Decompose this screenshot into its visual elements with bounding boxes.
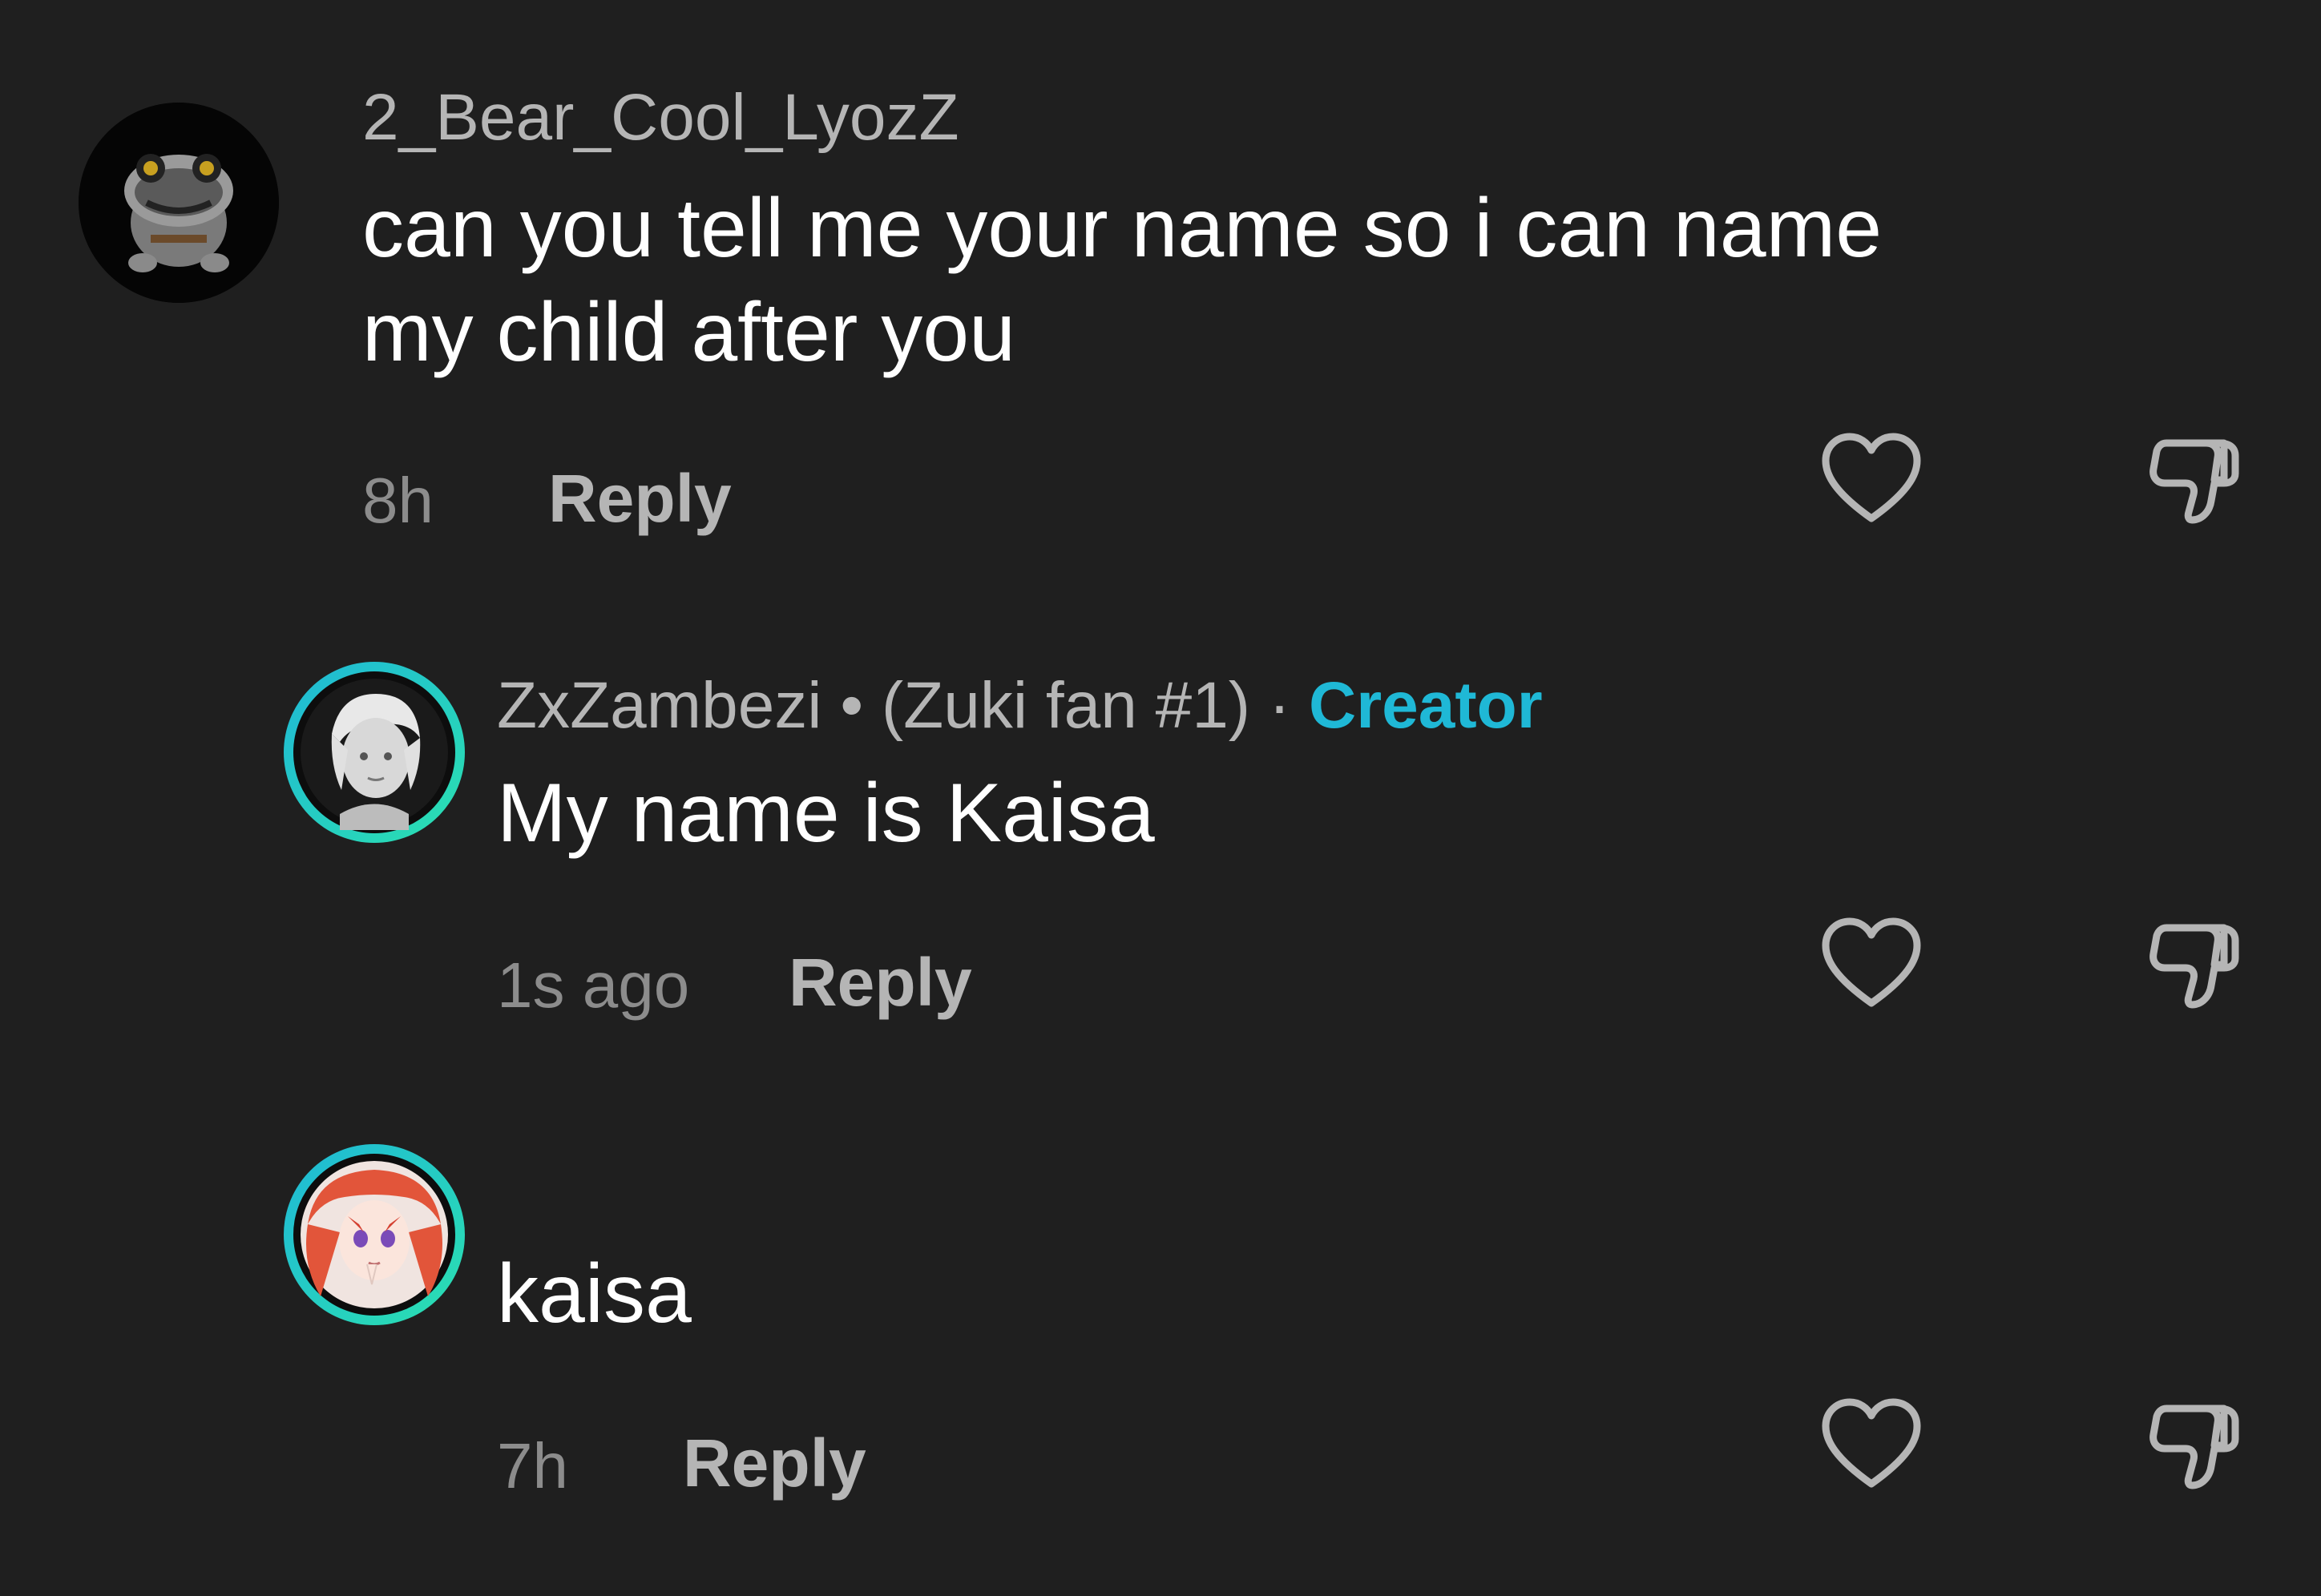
heart-icon xyxy=(1822,1398,1921,1488)
heart-icon xyxy=(1822,917,1921,1007)
creator-separator: · xyxy=(1268,669,1291,742)
heart-icon xyxy=(1822,433,1921,522)
reply-item: kaisa 7h Reply xyxy=(0,1122,2321,1596)
user-tagline: (Zuki fan #1) xyxy=(881,669,1251,742)
frog-avatar-icon xyxy=(79,103,279,303)
dislike-button[interactable] xyxy=(2144,1394,2248,1498)
avatar[interactable] xyxy=(79,103,279,303)
anime-girl-avatar-icon xyxy=(293,1154,455,1316)
thumbs-down-icon xyxy=(2149,1405,2239,1489)
creator-badge: Creator xyxy=(1309,669,1543,742)
like-button[interactable] xyxy=(1819,913,1923,1018)
thumbs-down-icon xyxy=(2149,439,2239,524)
comment-text-line: my child after you xyxy=(362,286,1015,379)
comment-item: 2_Bear_Cool_LyozZ can you tell me your n… xyxy=(0,0,2321,641)
creator-avatar-icon xyxy=(293,671,455,833)
avatar[interactable] xyxy=(284,662,465,843)
reply-button[interactable]: Reply xyxy=(683,1429,866,1497)
comment-text: My name is Kaisa xyxy=(497,767,1155,860)
comment-timestamp: 7h xyxy=(497,1430,568,1501)
comment-text: kaisa xyxy=(497,1247,692,1340)
comment-text: can you tell me your name so i can name … xyxy=(362,176,1882,385)
comment-username[interactable]: ZxZambezi xyxy=(497,669,822,742)
reply-item: ZxZambezi • (Zuki fan #1) · Creator My n… xyxy=(0,641,2321,1122)
thumbs-down-icon xyxy=(2149,924,2239,1009)
dislike-button[interactable] xyxy=(2144,429,2248,533)
avatar[interactable] xyxy=(284,1144,465,1325)
comment-timestamp: 8h xyxy=(362,465,434,536)
like-button[interactable] xyxy=(1819,1394,1923,1498)
dislike-button[interactable] xyxy=(2144,913,2248,1018)
comment-username[interactable]: 2_Bear_Cool_LyozZ xyxy=(362,85,959,151)
comment-text-line: can you tell me your name so i can name xyxy=(362,182,1883,275)
reply-button[interactable]: Reply xyxy=(789,949,972,1016)
like-button[interactable] xyxy=(1819,429,1923,533)
reply-username-row: ZxZambezi • (Zuki fan #1) · Creator xyxy=(497,673,1543,739)
reply-button[interactable]: Reply xyxy=(548,465,732,532)
username-separator: • xyxy=(840,669,864,742)
comment-timestamp: 1s ago xyxy=(497,949,690,1021)
